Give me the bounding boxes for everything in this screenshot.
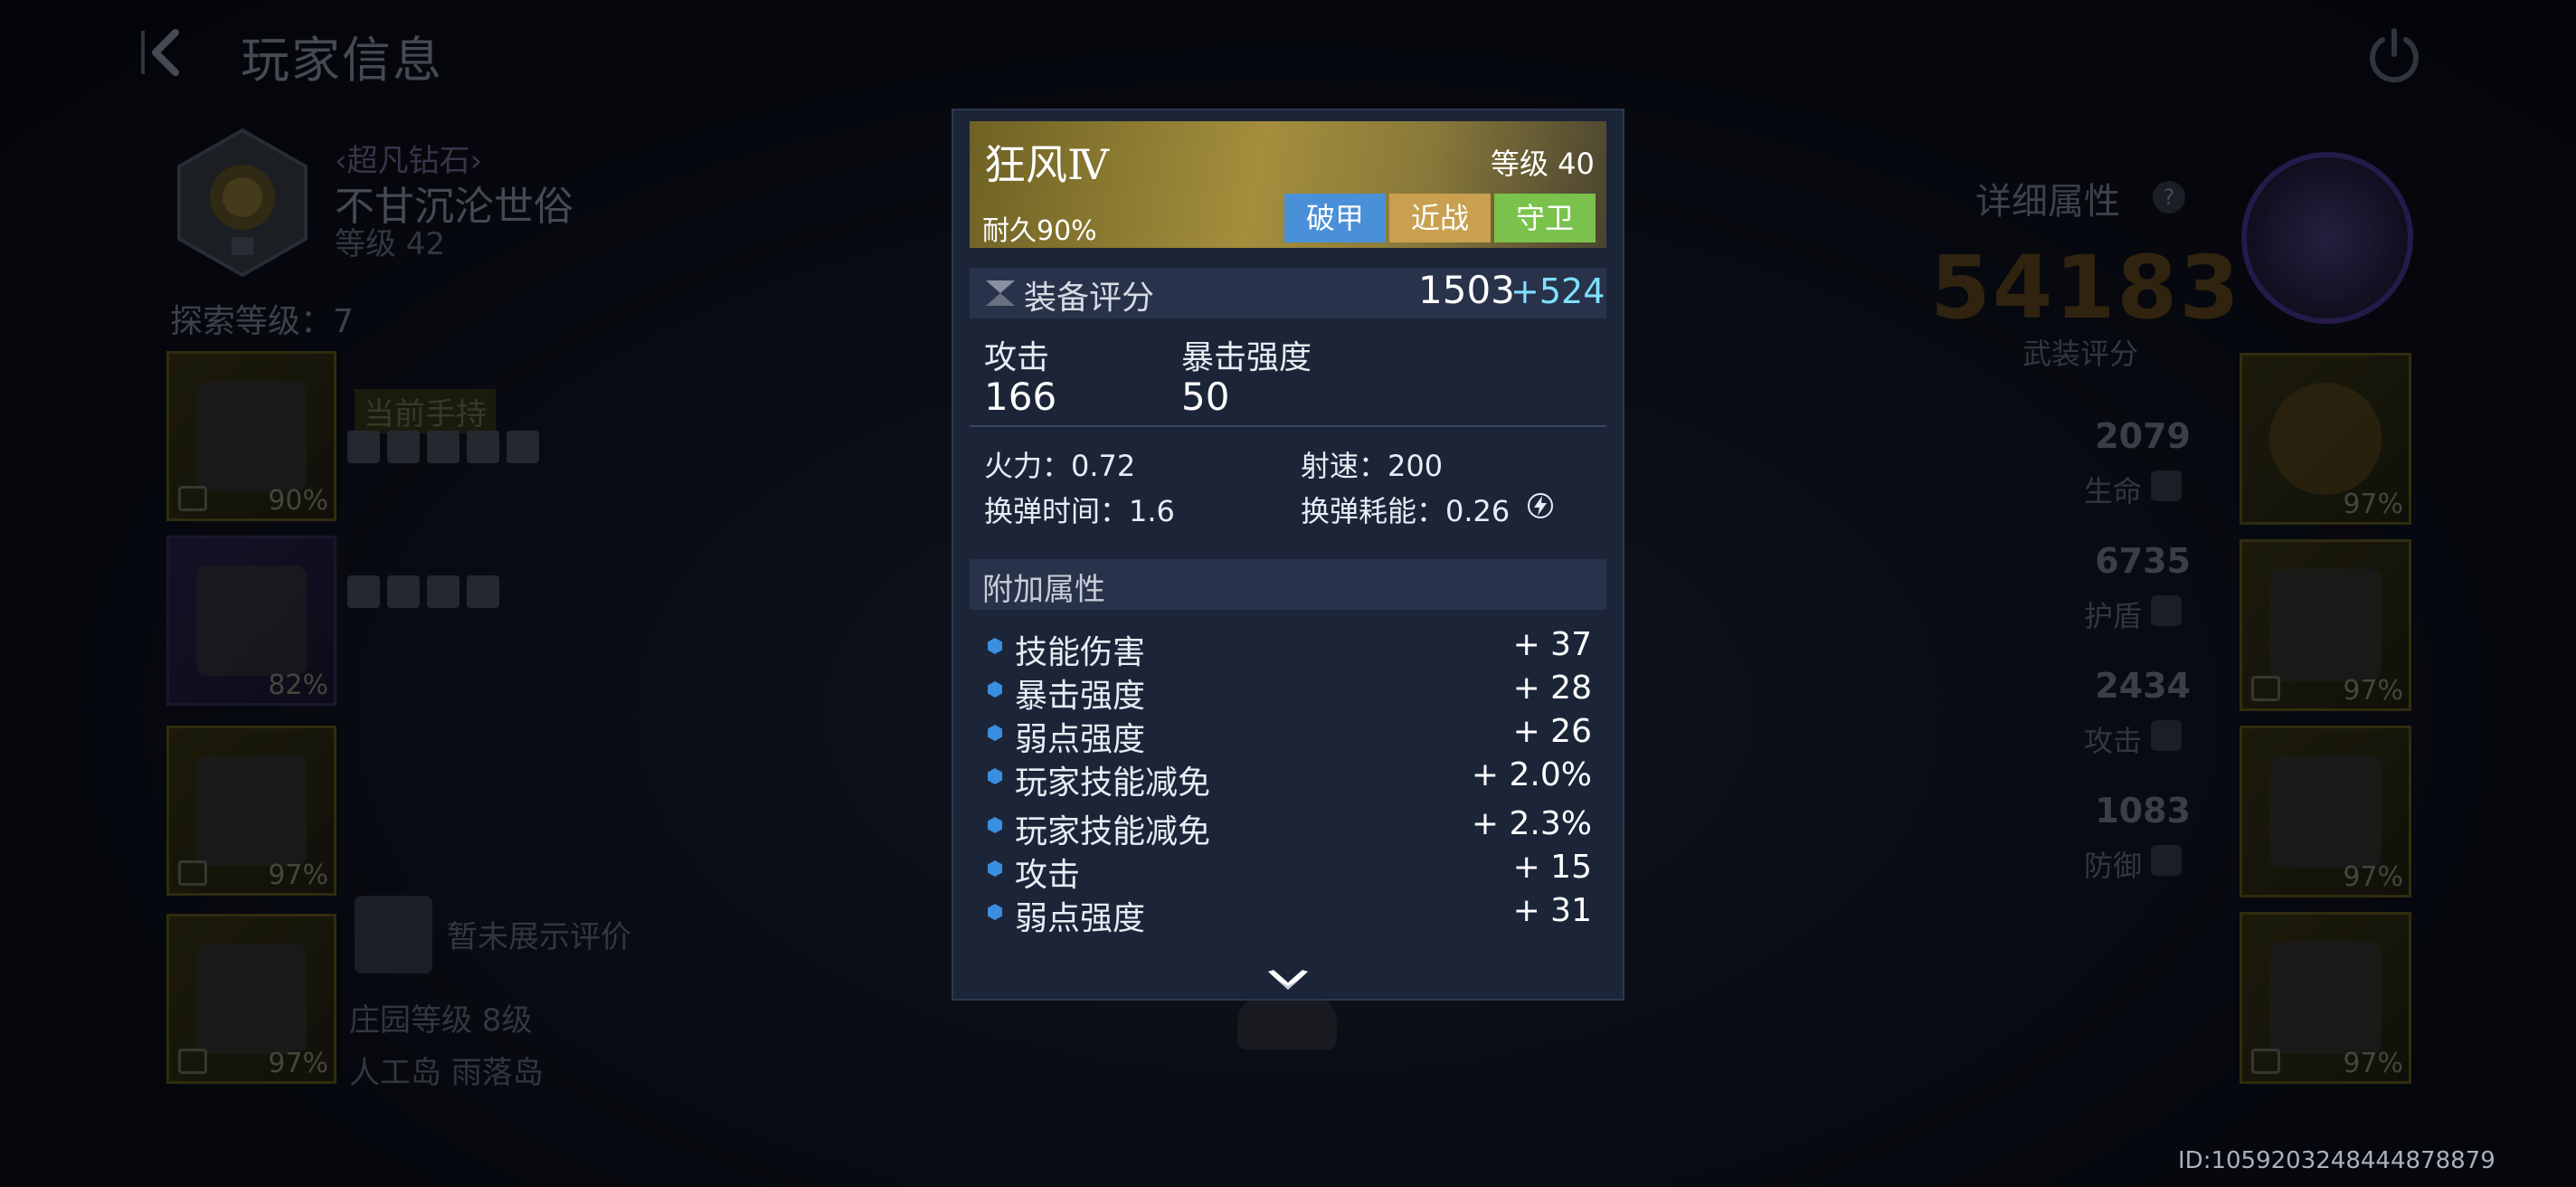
bonus-value: + 31 — [1512, 892, 1592, 929]
energy-icon — [1528, 493, 1553, 518]
tag-guard: 守卫 — [1494, 194, 1596, 242]
bonus-name: 玩家技能减免 — [1015, 764, 1211, 802]
bonus-name: 技能伤害 — [1015, 634, 1146, 671]
bonus-bullet-icon — [988, 768, 1002, 784]
bonus-value: + 2.3% — [1471, 805, 1592, 842]
score-bonus: +524 — [1511, 271, 1605, 311]
bonus-value: + 2.0% — [1471, 756, 1592, 793]
bonus-name: 攻击 — [1015, 857, 1081, 894]
reload-time: 换弹时间：1.6 — [984, 494, 1175, 528]
bonus-value: + 37 — [1512, 626, 1592, 663]
bonus-name: 暴击强度 — [1015, 678, 1146, 715]
primary-attack-label: 攻击 — [984, 339, 1050, 376]
bonus-name: 弱点强度 — [1015, 721, 1146, 758]
bonus-name: 弱点强度 — [1015, 900, 1146, 937]
firepower: 火力：0.72 — [984, 449, 1136, 483]
extra-attributes-title: 附加属性 — [982, 572, 1105, 608]
tag-armor-break: 破甲 — [1284, 194, 1386, 242]
bonus-value: + 26 — [1512, 713, 1592, 750]
user-id: ID:1059203248444878879 — [2178, 1147, 2496, 1174]
item-durability: 耐久90% — [982, 215, 1097, 247]
bonus-name: 玩家技能减免 — [1015, 813, 1211, 850]
primary-crit-value: 50 — [1181, 375, 1230, 419]
bonus-bullet-icon — [988, 638, 1002, 654]
score-value: 1503 — [1418, 268, 1515, 312]
item-name: 狂风Ⅳ — [984, 140, 1109, 189]
score-label: 装备评分 — [1024, 280, 1155, 317]
chevron-down-icon[interactable] — [1266, 966, 1310, 997]
bonus-bullet-icon — [988, 904, 1002, 920]
bonus-value: + 15 — [1512, 849, 1592, 886]
bonus-bullet-icon — [988, 860, 1002, 877]
item-level: 等级 40 — [1491, 147, 1595, 181]
bonus-value: + 28 — [1512, 669, 1592, 707]
bonus-bullet-icon — [988, 725, 1002, 741]
score-icon — [986, 280, 1015, 306]
primary-attack-value: 166 — [984, 375, 1057, 419]
tag-melee: 近战 — [1389, 194, 1491, 242]
reload-cost: 换弹耗能：0.26 — [1301, 494, 1511, 528]
primary-crit-label: 暴击强度 — [1181, 339, 1312, 376]
bonus-bullet-icon — [988, 817, 1002, 833]
fire-rate: 射速：200 — [1301, 449, 1444, 483]
divider — [970, 425, 1606, 427]
bonus-bullet-icon — [988, 681, 1002, 698]
